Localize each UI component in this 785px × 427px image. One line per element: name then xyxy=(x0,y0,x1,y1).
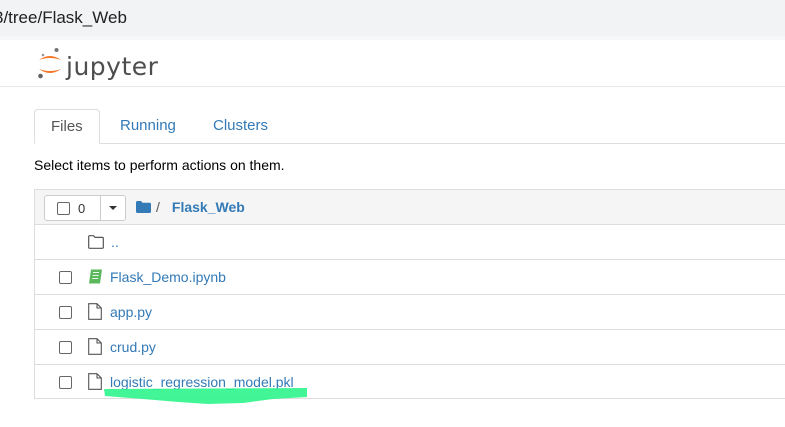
tab-files[interactable]: Files xyxy=(34,109,100,144)
selected-count: 0 xyxy=(78,200,86,216)
breadcrumb: / Flask_Web xyxy=(136,199,245,215)
highlight-annotation xyxy=(104,388,307,404)
row-checkbox[interactable] xyxy=(59,306,72,319)
browser-address-bar[interactable]: 3/tree/Flask_Web xyxy=(0,0,785,36)
file-name[interactable]: crud.py xyxy=(110,339,156,355)
tab-running[interactable]: Running xyxy=(104,109,192,143)
select-all-button[interactable]: 0 xyxy=(44,195,101,221)
file-icon xyxy=(88,338,102,355)
file-icon xyxy=(88,303,102,320)
row-checkbox[interactable] xyxy=(59,341,72,354)
notebook-icon xyxy=(89,269,102,284)
selection-hint: Select items to perform actions on them. xyxy=(34,157,285,173)
tab-clusters[interactable]: Clusters xyxy=(197,109,284,143)
select-all-group: 0 xyxy=(44,195,126,221)
breadcrumb-current-dir[interactable]: Flask_Web xyxy=(172,199,245,215)
jupyter-logo[interactable]: jupyter xyxy=(37,47,167,81)
select-dropdown-button[interactable] xyxy=(101,195,126,221)
row-checkbox[interactable] xyxy=(59,376,72,389)
row-checkbox[interactable] xyxy=(59,271,72,284)
file-list-toolbar: 0 / Flask_Web xyxy=(35,190,785,225)
jupyter-logo-icon xyxy=(38,48,61,79)
file-name[interactable]: .. xyxy=(111,234,119,250)
file-icon xyxy=(88,373,102,390)
list-item-parent[interactable]: .. xyxy=(35,225,785,260)
select-all-checkbox[interactable] xyxy=(57,201,70,215)
file-list-panel: 0 / Flask_Web .. Flask_Demo.ipynb app.py… xyxy=(34,189,785,399)
folder-outline-icon xyxy=(88,235,104,249)
tab-bar: Files Running Clusters xyxy=(34,109,785,144)
jupyter-header: jupyter xyxy=(0,40,785,87)
folder-icon[interactable] xyxy=(136,201,151,213)
file-name[interactable]: app.py xyxy=(110,304,152,320)
url-text[interactable]: 3/tree/Flask_Web xyxy=(0,8,127,28)
list-item-file[interactable]: app.py xyxy=(35,295,785,330)
file-name[interactable]: Flask_Demo.ipynb xyxy=(110,269,226,285)
breadcrumb-separator: / xyxy=(156,199,160,215)
logo-text: jupyter xyxy=(66,52,159,81)
list-item-file[interactable]: crud.py xyxy=(35,330,785,365)
caret-down-icon xyxy=(109,206,117,210)
list-item-notebook[interactable]: Flask_Demo.ipynb xyxy=(35,260,785,295)
